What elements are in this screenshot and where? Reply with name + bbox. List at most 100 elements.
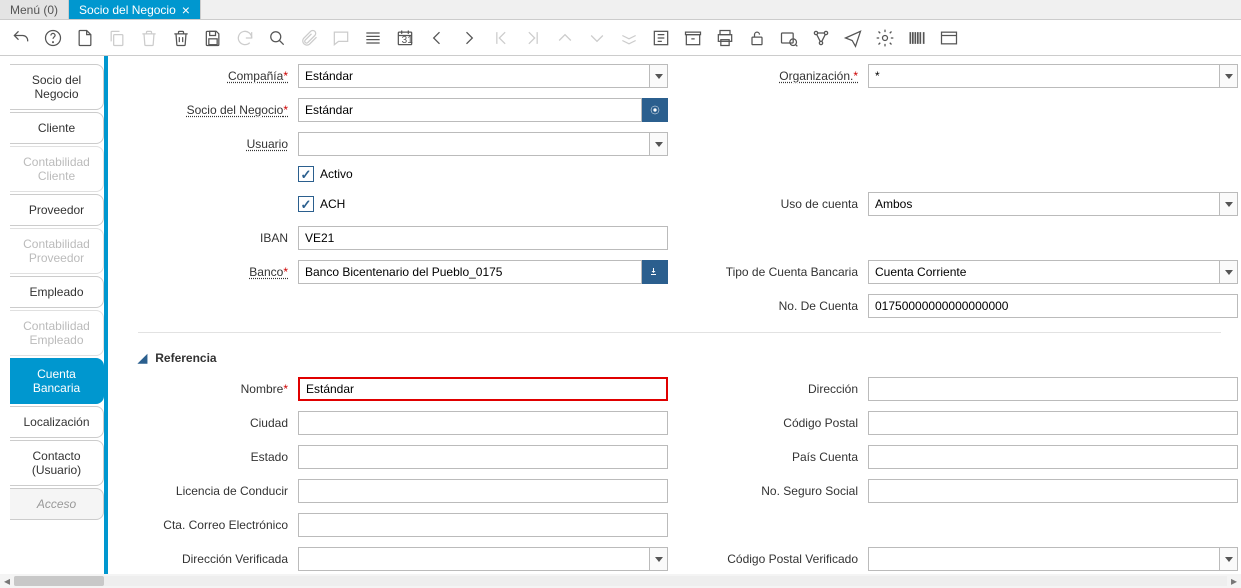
delete2-icon[interactable] (170, 27, 192, 49)
zoom-icon[interactable] (778, 27, 800, 49)
organizacion-input[interactable] (869, 65, 1219, 87)
new-icon[interactable] (74, 27, 96, 49)
toolbar: 31 (0, 20, 1241, 56)
scroll-track[interactable] (14, 576, 1227, 586)
prev-icon[interactable] (426, 27, 448, 49)
gear-icon[interactable] (874, 27, 896, 49)
chat-icon[interactable] (330, 27, 352, 49)
chevron-down-icon[interactable] (1219, 193, 1237, 215)
first-icon[interactable] (490, 27, 512, 49)
label-correo: Cta. Correo Electrónico (138, 518, 288, 532)
copy-icon[interactable] (106, 27, 128, 49)
sidebar-item-6[interactable]: Contabilidad Empleado (10, 310, 104, 356)
chevron-down-icon[interactable] (1219, 261, 1237, 283)
socio-lookup-button[interactable] (642, 98, 668, 122)
attach-icon[interactable] (298, 27, 320, 49)
iban-input[interactable] (298, 226, 668, 250)
direccion-input[interactable] (868, 377, 1238, 401)
scroll-left-icon[interactable]: ◂ (0, 574, 14, 588)
close-icon[interactable]: × (182, 3, 190, 17)
window-icon[interactable] (938, 27, 960, 49)
ciudad-input[interactable] (298, 411, 668, 435)
chevron-down-icon[interactable] (649, 548, 667, 570)
delete-icon[interactable] (138, 27, 160, 49)
sidebar-item-4[interactable]: Contabilidad Proveedor (10, 228, 104, 274)
scroll-right-icon[interactable]: ▸ (1227, 574, 1241, 588)
label-usuario: Usuario (138, 137, 288, 151)
nombre-input[interactable] (298, 377, 668, 401)
label-iban: IBAN (138, 231, 288, 245)
chevron-down-icon[interactable] (1219, 65, 1237, 87)
sidebar-item-2[interactable]: Contabilidad Cliente (10, 146, 104, 192)
usuario-input[interactable] (299, 133, 649, 155)
pais-input[interactable] (868, 445, 1238, 469)
cp-verif-input[interactable] (869, 548, 1219, 570)
sidebar-item-10[interactable]: Acceso (10, 488, 104, 520)
archive-icon[interactable] (682, 27, 704, 49)
tipo-cuenta-input[interactable] (869, 261, 1219, 283)
chevron-down-icon[interactable] (649, 133, 667, 155)
workflow-icon[interactable] (810, 27, 832, 49)
barcode-icon[interactable] (906, 27, 928, 49)
sidebar-item-9[interactable]: Contacto (Usuario) (10, 440, 104, 486)
print-icon[interactable] (714, 27, 736, 49)
banco-field (298, 260, 668, 284)
lock-icon[interactable] (746, 27, 768, 49)
tab-menu[interactable]: Menú (0) (0, 0, 69, 19)
label-dir-verif: Dirección Verificada (138, 552, 288, 566)
save-icon[interactable] (202, 27, 224, 49)
report-icon[interactable] (650, 27, 672, 49)
last-icon[interactable] (522, 27, 544, 49)
sidebar-item-8[interactable]: Localización (10, 406, 104, 438)
licencia-input[interactable] (298, 479, 668, 503)
tab-socio[interactable]: Socio del Negocio × (69, 0, 201, 19)
section-referencia[interactable]: ◢Referencia (138, 351, 1221, 365)
scroll-thumb[interactable] (14, 576, 104, 586)
tipo-cuenta-combo[interactable] (868, 260, 1238, 284)
compania-combo[interactable] (298, 64, 668, 88)
sidebar-item-1[interactable]: Cliente (10, 112, 104, 144)
cp-verif-combo[interactable] (868, 547, 1238, 571)
next-icon[interactable] (458, 27, 480, 49)
label-estado: Estado (138, 450, 288, 464)
uso-cuenta-input[interactable] (869, 193, 1219, 215)
collapse-icon[interactable] (618, 27, 640, 49)
banco-input[interactable] (298, 260, 642, 284)
search-icon[interactable] (266, 27, 288, 49)
no-cuenta-input[interactable] (868, 294, 1238, 318)
window-tabs: Menú (0) Socio del Negocio × (0, 0, 1241, 20)
ach-checkbox[interactable]: ACH (298, 196, 668, 212)
correo-input[interactable] (298, 513, 668, 537)
organizacion-combo[interactable] (868, 64, 1238, 88)
help-icon[interactable] (42, 27, 64, 49)
down-icon[interactable] (586, 27, 608, 49)
send-icon[interactable] (842, 27, 864, 49)
socio-input[interactable] (298, 98, 642, 122)
compania-input[interactable] (299, 65, 649, 87)
sidebar-item-3[interactable]: Proveedor (10, 194, 104, 226)
up-icon[interactable] (554, 27, 576, 49)
activo-checkbox[interactable]: Activo (298, 166, 668, 182)
label-licencia: Licencia de Conducir (138, 484, 288, 498)
horizontal-scrollbar[interactable]: ◂ ▸ (0, 574, 1241, 588)
chevron-down-icon[interactable] (649, 65, 667, 87)
refresh-icon[interactable] (234, 27, 256, 49)
uso-cuenta-combo[interactable] (868, 192, 1238, 216)
usuario-combo[interactable] (298, 132, 668, 156)
list-icon[interactable] (362, 27, 384, 49)
estado-input[interactable] (298, 445, 668, 469)
dir-verif-combo[interactable] (298, 547, 668, 571)
banco-lookup-button[interactable] (642, 260, 668, 284)
label-tipo-cuenta: Tipo de Cuenta Bancaria (678, 265, 858, 279)
undo-icon[interactable] (10, 27, 32, 49)
sidebar-item-5[interactable]: Empleado (10, 276, 104, 308)
sidebar-item-7[interactable]: Cuenta Bancaria (10, 358, 104, 404)
label-pais: País Cuenta (678, 450, 858, 464)
calendar-icon[interactable]: 31 (394, 27, 416, 49)
dir-verif-input[interactable] (299, 548, 649, 570)
svg-text:31: 31 (402, 35, 414, 46)
sidebar-item-0[interactable]: Socio del Negocio (10, 64, 104, 110)
nss-input[interactable] (868, 479, 1238, 503)
chevron-down-icon[interactable] (1219, 548, 1237, 570)
cp-input[interactable] (868, 411, 1238, 435)
